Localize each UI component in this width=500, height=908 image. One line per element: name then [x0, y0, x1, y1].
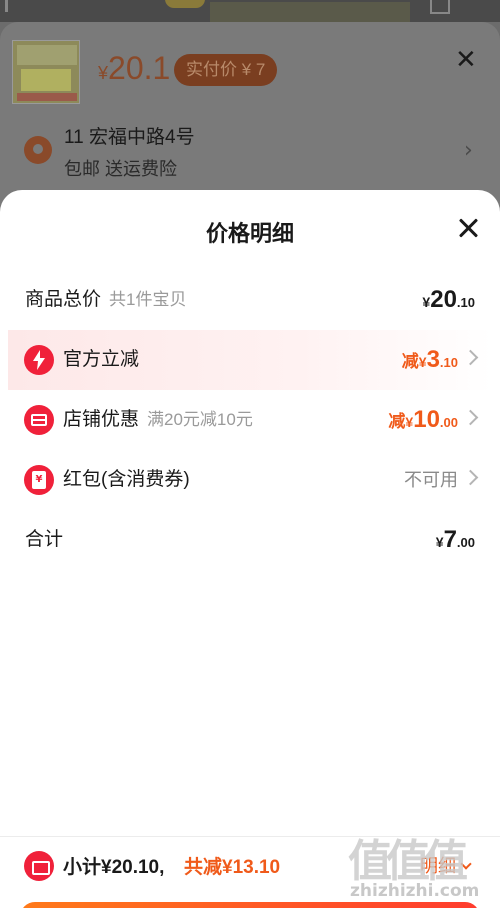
red-envelope-icon [24, 465, 54, 495]
row-grand-total: 合计 ¥7.00 [8, 510, 492, 570]
row-sub-label: 满20元减10元 [147, 410, 253, 429]
watermark: 值值值 zhizhizhi.com [348, 825, 488, 905]
row-amount: ¥20.10 [422, 286, 475, 313]
row-status: 不可用 [404, 470, 458, 490]
location-pin-icon [24, 136, 52, 164]
row-label: 店铺优惠 [63, 409, 140, 430]
chevron-right-icon [462, 409, 479, 426]
row-label: 合计 [25, 529, 64, 550]
price-detail-sheet: 价格明细 商品总价 共1件宝贝 ¥20.10 官方立减 减¥3.10 店铺优惠 满2… [0, 190, 500, 908]
back-icon [5, 0, 23, 12]
close-icon[interactable] [456, 216, 480, 240]
paid-price-badge: 实付价 ¥ 7 [174, 54, 278, 86]
sheet-title: 价格明细 [205, 221, 294, 246]
chevron-right-icon [462, 469, 479, 486]
product-price: ¥20.1 [98, 50, 171, 86]
coupon-icon [24, 851, 54, 881]
row-official-discount[interactable]: 官方立减 减¥3.10 [8, 330, 492, 390]
store-icon [24, 405, 54, 435]
shipping-info: 包邮 送运费险 [64, 159, 178, 179]
top-banner [0, 0, 500, 22]
chevron-right-icon [462, 349, 479, 366]
lightning-icon [24, 345, 54, 375]
row-red-envelope[interactable]: 红包(含消费券) 不可用 [8, 450, 492, 510]
delivery-address[interactable]: 11 宏福中路4号 [64, 122, 195, 149]
row-label: 商品总价 [25, 289, 102, 310]
row-discount-amount: 减¥10.00 [388, 406, 458, 433]
row-discount-amount: 减¥3.10 [401, 346, 458, 373]
subtotal-text: 小计¥20.10, [63, 857, 165, 878]
watermark-text: zhizhizhi.com [350, 881, 480, 901]
row-product-total: 商品总价 共1件宝贝 ¥20.10 [8, 270, 492, 330]
chevron-right-icon[interactable]: › [464, 138, 473, 163]
row-store-discount[interactable]: 店铺优惠 满20元减10元 减¥10.00 [8, 390, 492, 450]
product-thumbnail [12, 40, 80, 104]
share-icon [430, 0, 450, 14]
row-label: 红包(含消费券) [63, 469, 190, 490]
row-label: 官方立减 [63, 349, 140, 370]
total-discount-text: 共减¥13.10 [184, 857, 281, 878]
watermark-logo: 值值值 [348, 836, 468, 887]
row-amount: ¥7.00 [435, 526, 475, 553]
row-sub-label: 共1件宝贝 [109, 290, 187, 309]
close-icon[interactable]: ✕ [455, 45, 477, 75]
